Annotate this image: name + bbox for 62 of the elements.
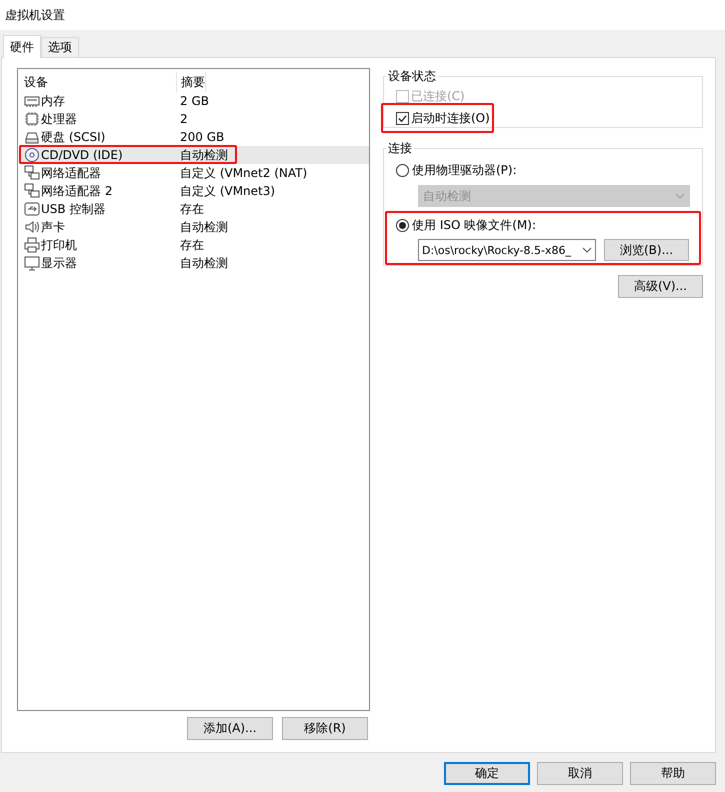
usb-icon [24, 201, 40, 217]
speaker-icon [24, 219, 40, 235]
printer-icon [24, 237, 40, 253]
device-name: USB 控制器 [41, 200, 106, 218]
dialog-button[interactable]: 确定 [444, 762, 530, 785]
network-icon [24, 165, 40, 181]
device-row[interactable]: 内存 2 GB [19, 92, 369, 110]
device-summary: 自定义 (VMnet2 (NAT) [179, 164, 308, 182]
window-title: 虚拟机设置 [5, 6, 65, 24]
device-name: 声卡 [41, 218, 65, 236]
device-row[interactable]: 声卡 自动检测 [19, 218, 369, 236]
device-summary: 自动检测 [179, 146, 228, 164]
device-name: 内存 [41, 92, 65, 110]
checkbox[interactable] [396, 112, 409, 124]
radio-button[interactable] [396, 218, 409, 232]
device-row[interactable]: 硬盘 (SCSI) 200 GB [19, 128, 369, 146]
tab[interactable]: 硬件 [3, 35, 41, 58]
device-name: CD/DVD (IDE) [41, 148, 123, 162]
disc-icon [24, 147, 40, 163]
device-name: 网络适配器 2 [41, 182, 112, 200]
checkbox-label[interactable]: 启动时连接(O) [411, 110, 490, 126]
device-name: 处理器 [41, 110, 77, 128]
dialog-button[interactable]: 取消 [537, 762, 623, 785]
device-summary: 存在 [179, 236, 204, 254]
device-row[interactable]: 打印机 存在 [19, 236, 369, 254]
device-summary: 存在 [179, 200, 204, 218]
advanced-button[interactable]: 高级(V)... [618, 275, 703, 298]
group-title: 连接 [387, 140, 413, 157]
column-header[interactable]: 设备 [19, 72, 177, 92]
caret-icon [582, 247, 592, 253]
device-row[interactable]: 处理器 2 [19, 110, 369, 128]
path-combo-box[interactable]: D:\os\rocky\Rocky-8.5-x86_ [418, 239, 596, 261]
device-row[interactable]: 网络适配器 自定义 (VMnet2 (NAT) [19, 164, 369, 182]
device-summary: 自动检测 [179, 254, 228, 272]
network-icon [24, 183, 40, 199]
chip-icon [24, 111, 40, 127]
radio-label[interactable]: 使用物理驱动器(P): [412, 162, 517, 178]
device-summary: 2 [179, 112, 188, 126]
device-row[interactable]: 网络适配器 2 自定义 (VMnet3) [19, 182, 369, 200]
device-summary: 2 GB [179, 94, 209, 108]
checkbox-label: 已连接(C) [411, 88, 465, 104]
column-header[interactable]: 摘要 [177, 72, 206, 92]
dialog-button[interactable]: 帮助 [630, 762, 716, 785]
tab[interactable]: 选项 [41, 37, 79, 57]
device-row[interactable]: CD/DVD (IDE) 自动检测 [19, 146, 369, 164]
radio-label[interactable]: 使用 ISO 映像文件(M): [412, 216, 536, 234]
device-name: 显示器 [41, 254, 77, 272]
device-summary: 自定义 (VMnet3) [179, 182, 276, 200]
monitor-icon [24, 255, 40, 271]
browse-button[interactable]: 浏览(B)... [604, 239, 689, 261]
device-name: 硬盘 (SCSI) [41, 128, 106, 146]
device-name: 打印机 [41, 236, 77, 254]
device-row[interactable]: 显示器 自动检测 [19, 254, 369, 272]
device-summary: 200 GB [179, 130, 224, 144]
device-row[interactable]: USB 控制器 存在 [19, 200, 369, 218]
radio-button[interactable] [396, 164, 409, 176]
caret-icon [675, 193, 685, 199]
dialog-button[interactable]: 添加(A)... [187, 717, 273, 740]
group-title: 设备状态 [387, 68, 437, 85]
device-name: 网络适配器 [41, 164, 101, 182]
device-summary: 自动检测 [179, 218, 228, 236]
dialog-button[interactable]: 移除(R) [282, 717, 368, 740]
